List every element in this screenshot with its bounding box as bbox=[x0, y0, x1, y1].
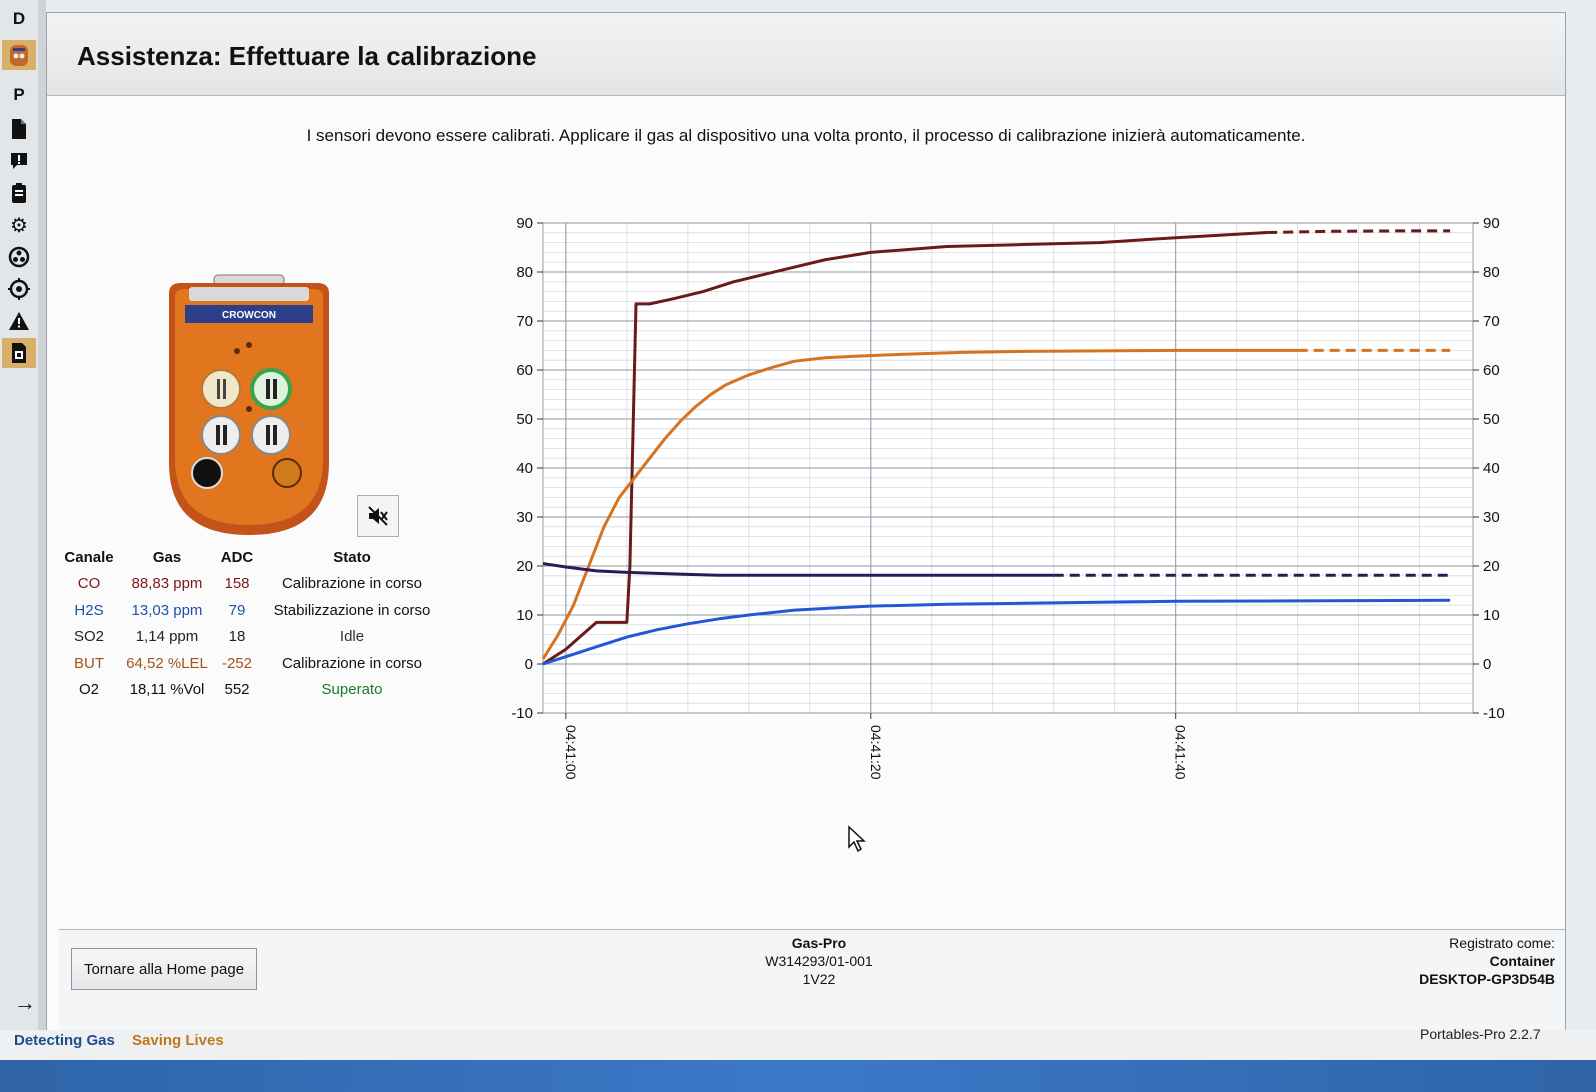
channel-status: Calibrazione in corso bbox=[281, 654, 423, 672]
channel-status: Idle bbox=[339, 628, 365, 645]
channel-adc-value: 18 bbox=[228, 628, 246, 645]
arrow-right-icon[interactable]: → bbox=[14, 990, 36, 1016]
registered-info: Registrato come: Container DESKTOP-GP3D5… bbox=[1419, 934, 1555, 988]
y-tick-label: 70 bbox=[516, 313, 533, 330]
channel-status: Calibrazione in corso bbox=[281, 575, 423, 592]
y-tick-label: -10 bbox=[511, 705, 533, 722]
device-image: CROWCON bbox=[159, 273, 339, 543]
device-brand-label: CROWCON bbox=[222, 310, 276, 321]
device-icon[interactable] bbox=[2, 40, 36, 70]
y-tick-label: 60 bbox=[516, 362, 533, 379]
tagline-saving-lives: Saving Lives bbox=[132, 1032, 224, 1049]
calibration-chart: -10 -10 0 0 10 10 20 20 30 30 40 40 50 50 60 60 70 70 80 80… bbox=[511, 215, 1505, 780]
channel-adc-value: 79 bbox=[228, 601, 246, 619]
calibration-panel: Assistenza: Effettuare la calibrazione I… bbox=[46, 12, 1566, 1032]
x-tick-label: 04:41:00 bbox=[563, 725, 579, 780]
device-name: Gas-Pro bbox=[791, 935, 847, 951]
y-tick-label-right: 60 bbox=[1483, 362, 1500, 379]
registered-label: Registrato come: bbox=[1449, 935, 1555, 951]
channel-name: H2S bbox=[74, 601, 104, 619]
y-tick-label: 0 bbox=[525, 656, 533, 673]
channel-status: Stabilizzazione in corso bbox=[273, 601, 431, 619]
channel-gas-value: 13,03 ppm bbox=[131, 601, 203, 619]
device-info: Gas-Pro W314293/01-001 1V22 bbox=[759, 934, 879, 988]
app-version: Portables-Pro 2.2.7 bbox=[1420, 1026, 1541, 1042]
header-status: Stato bbox=[333, 549, 371, 566]
channel-gas-value: 18,11 %Vol bbox=[129, 681, 205, 698]
y-tick-label-right: 90 bbox=[1483, 215, 1500, 232]
y-tick-label-right: 20 bbox=[1483, 558, 1500, 575]
footer bbox=[0, 1030, 1596, 1064]
channel-adc-value: 158 bbox=[224, 575, 250, 592]
y-tick-label: 50 bbox=[516, 411, 533, 428]
instruction-text: I sensori devono essere calibrati. Appli… bbox=[306, 126, 1306, 145]
channel-gas-value: 88,83 ppm bbox=[131, 575, 203, 592]
y-tick-label: 90 bbox=[516, 215, 533, 232]
y-tick-label-right: 0 bbox=[1483, 656, 1491, 673]
channel-adc-value: -252 bbox=[221, 654, 253, 672]
bottom-bar: Tornare alla Home page Gas-Pro W314293/0… bbox=[59, 929, 1565, 1032]
channel-adc-value: 552 bbox=[224, 681, 250, 698]
header-gas: Gas bbox=[152, 549, 182, 566]
channel-row: BUT 64,52 %LEL -252 Calibrazione in corso bbox=[57, 655, 437, 679]
channel-row: SO2 1,14 ppm 18 Idle bbox=[57, 628, 437, 652]
device-firmware: 1V22 bbox=[802, 971, 836, 987]
y-tick-label: 80 bbox=[516, 264, 533, 281]
channel-gas-value: 1,14 ppm bbox=[135, 628, 199, 645]
y-tick-label-right: 50 bbox=[1483, 411, 1500, 428]
y-tick-label: 40 bbox=[516, 460, 533, 477]
document-icon[interactable] bbox=[2, 114, 36, 144]
y-tick-label-right: 30 bbox=[1483, 509, 1500, 526]
panel-separator bbox=[38, 0, 46, 1060]
title-bar: Assistenza: Effettuare la calibrazione bbox=[47, 13, 1565, 96]
mute-button[interactable] bbox=[357, 495, 399, 537]
header-adc: ADC bbox=[220, 549, 254, 566]
y-tick-label: 20 bbox=[516, 558, 533, 575]
toolbar-letter-p[interactable]: P bbox=[2, 80, 36, 110]
channel-gas-value: 64,52 %LEL bbox=[126, 654, 208, 672]
channel-row: CO 88,83 ppm 158 Calibrazione in corso bbox=[57, 575, 437, 599]
y-tick-label-right: -10 bbox=[1483, 705, 1505, 722]
toolbar-letter-d[interactable]: D bbox=[2, 4, 36, 34]
y-tick-label-right: 80 bbox=[1483, 264, 1500, 281]
channel-status: Superato bbox=[321, 681, 383, 698]
warning-icon[interactable] bbox=[2, 306, 36, 336]
gear-icon[interactable]: ⚙ bbox=[2, 210, 36, 240]
x-tick-label: 04:41:20 bbox=[868, 725, 884, 780]
channel-row: O2 18,11 %Vol 552 Superato bbox=[57, 681, 437, 705]
mouse-cursor-icon bbox=[847, 825, 867, 858]
channel-name: O2 bbox=[78, 681, 99, 698]
y-tick-label: 10 bbox=[516, 607, 533, 624]
channel-name: SO2 bbox=[73, 628, 104, 645]
taskbar bbox=[0, 1060, 1596, 1092]
hazard-icon[interactable] bbox=[2, 242, 36, 272]
page-title: Assistenza: Effettuare la calibrazione bbox=[77, 41, 537, 71]
alert-message-icon[interactable] bbox=[2, 146, 36, 176]
calibration-icon[interactable] bbox=[2, 338, 36, 368]
y-tick-label: 30 bbox=[516, 509, 533, 526]
speaker-mute-icon bbox=[368, 506, 388, 526]
tagline-detecting-gas: Detecting Gas bbox=[14, 1032, 115, 1049]
clipboard-icon[interactable] bbox=[2, 178, 36, 208]
home-page-button[interactable]: Tornare alla Home page bbox=[71, 948, 257, 990]
channel-name: BUT bbox=[74, 654, 104, 672]
x-tick-label: 04:41:40 bbox=[1173, 725, 1189, 780]
channel-name: CO bbox=[77, 575, 101, 592]
y-tick-label-right: 70 bbox=[1483, 313, 1500, 330]
y-tick-label-right: 10 bbox=[1483, 607, 1500, 624]
target-icon[interactable] bbox=[2, 274, 36, 304]
registered-role: Container bbox=[1489, 953, 1555, 969]
registered-host: DESKTOP-GP3D54B bbox=[1419, 971, 1555, 987]
left-toolbar: D P ⚙ bbox=[0, 0, 39, 1060]
y-tick-label-right: 40 bbox=[1483, 460, 1500, 477]
channel-table-header: Canale Gas ADC Stato bbox=[57, 549, 437, 573]
channel-row: H2S 13,03 ppm 79 Stabilizzazione in corso bbox=[57, 602, 437, 626]
device-serial: W314293/01-001 bbox=[765, 953, 873, 969]
header-channel: Canale bbox=[64, 549, 114, 566]
